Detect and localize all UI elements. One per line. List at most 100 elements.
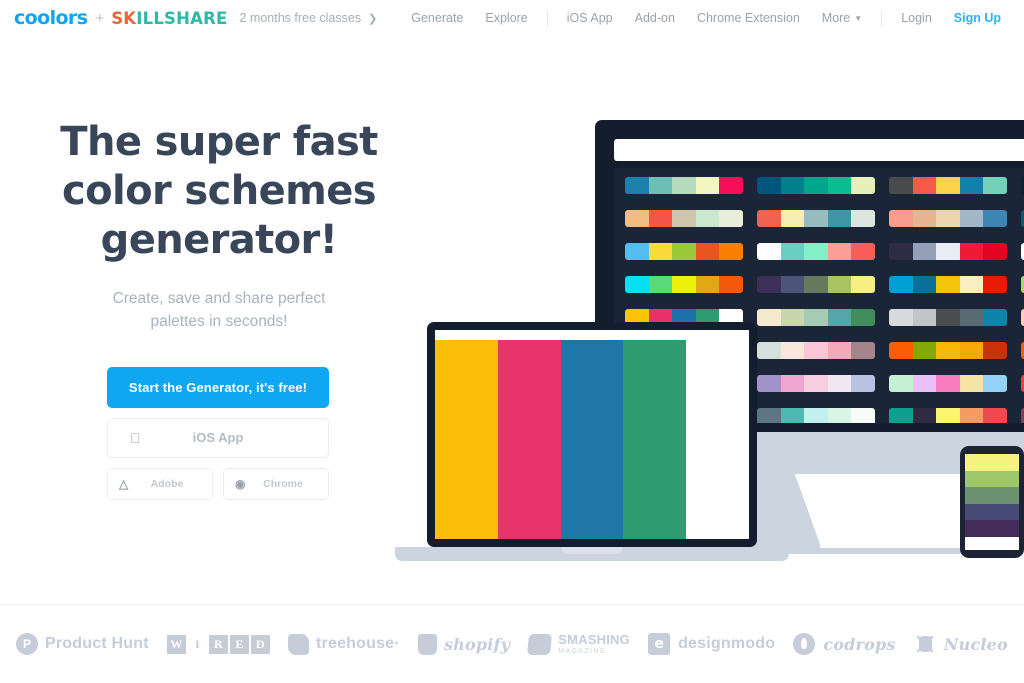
- palette-swatch[interactable]: [672, 243, 696, 260]
- laptop-palette-bar[interactable]: [686, 340, 749, 539]
- palette-swatch[interactable]: [780, 309, 805, 326]
- palette-swatch-row[interactable]: [889, 243, 1007, 260]
- palette-swatch[interactable]: [851, 177, 875, 194]
- palette-swatch[interactable]: [757, 177, 781, 194]
- palette-swatch[interactable]: [936, 243, 960, 260]
- palette-swatch[interactable]: [672, 210, 696, 227]
- palette-swatch[interactable]: [936, 309, 960, 326]
- palette-swatch[interactable]: [757, 210, 781, 227]
- palette-swatch-row[interactable]: [757, 276, 875, 293]
- promo-text[interactable]: 2 months free classes: [239, 11, 361, 25]
- palette-swatch[interactable]: [983, 342, 1007, 359]
- palette-swatch[interactable]: [889, 276, 913, 293]
- palette-swatch-row[interactable]: [889, 342, 1007, 359]
- palette-swatch[interactable]: [695, 177, 720, 194]
- palette-swatch[interactable]: [912, 408, 937, 423]
- palette-swatch[interactable]: [780, 210, 805, 227]
- palette-swatch[interactable]: [959, 210, 984, 227]
- laptop-palette-bar[interactable]: [560, 340, 624, 539]
- adobe-addon-button[interactable]: △ Adobe: [107, 468, 213, 500]
- palette-swatch[interactable]: [827, 210, 852, 227]
- palette-swatch[interactable]: [889, 309, 913, 326]
- treehouse-logo[interactable]: treehouse·: [288, 633, 400, 655]
- chevron-right-icon[interactable]: ❯: [368, 12, 377, 25]
- shopify-logo[interactable]: shopify: [417, 633, 510, 655]
- palette-swatch[interactable]: [757, 276, 781, 293]
- palette-swatch[interactable]: [851, 276, 875, 293]
- palette-swatch[interactable]: [959, 342, 984, 359]
- palette-swatch[interactable]: [719, 243, 743, 260]
- palette-swatch[interactable]: [625, 210, 649, 227]
- wired-logo[interactable]: W I R E D: [166, 634, 270, 654]
- palette-swatch[interactable]: [648, 276, 673, 293]
- nav-link-generate[interactable]: Generate: [411, 11, 463, 25]
- palette-swatch[interactable]: [936, 177, 960, 194]
- phone-palette-band[interactable]: [965, 503, 1019, 521]
- palette-swatch[interactable]: [719, 210, 743, 227]
- palette-swatch-row[interactable]: [625, 210, 743, 227]
- palette-swatch[interactable]: [912, 177, 937, 194]
- palette-swatch[interactable]: [648, 210, 673, 227]
- palette-swatch[interactable]: [959, 408, 984, 423]
- palette-swatch[interactable]: [804, 375, 828, 392]
- palette-swatch[interactable]: [695, 276, 720, 293]
- palette-swatch[interactable]: [889, 375, 913, 392]
- palette-swatch-row[interactable]: [625, 243, 743, 260]
- palette-swatch-row[interactable]: [625, 276, 743, 293]
- coolors-logo[interactable]: coolors: [14, 7, 88, 29]
- smashing-magazine-logo[interactable]: SMASHING MAGAZINE: [527, 633, 630, 655]
- codrops-logo[interactable]: codrops: [793, 633, 895, 655]
- laptop-palette-bar[interactable]: [623, 340, 687, 539]
- palette-swatch[interactable]: [959, 276, 984, 293]
- palette-swatch[interactable]: [757, 342, 781, 359]
- palette-swatch[interactable]: [936, 408, 960, 423]
- nav-link-ios-app[interactable]: iOS App: [567, 11, 613, 25]
- ios-app-button[interactable]:  iOS App: [107, 418, 329, 458]
- palette-swatch[interactable]: [719, 177, 743, 194]
- palette-swatch[interactable]: [827, 408, 852, 423]
- palette-swatch[interactable]: [827, 342, 852, 359]
- nav-link-signup[interactable]: Sign Up: [954, 11, 1001, 25]
- nucleo-logo[interactable]: Nucleo: [914, 633, 1008, 655]
- palette-swatch[interactable]: [695, 210, 720, 227]
- palette-swatch[interactable]: [936, 342, 960, 359]
- palette-swatch[interactable]: [983, 375, 1007, 392]
- palette-swatch[interactable]: [780, 177, 805, 194]
- palette-swatch[interactable]: [889, 243, 913, 260]
- palette-swatch-row[interactable]: [889, 276, 1007, 293]
- palette-swatch[interactable]: [889, 342, 913, 359]
- palette-swatch[interactable]: [851, 408, 875, 423]
- palette-swatch[interactable]: [780, 408, 805, 423]
- palette-swatch[interactable]: [625, 243, 649, 260]
- laptop-palette-bar[interactable]: [497, 340, 561, 539]
- product-hunt-logo[interactable]: P Product Hunt: [16, 633, 149, 655]
- palette-swatch[interactable]: [912, 210, 937, 227]
- phone-palette-band[interactable]: [965, 487, 1019, 504]
- palette-swatch[interactable]: [983, 408, 1007, 423]
- palette-swatch[interactable]: [804, 177, 828, 194]
- palette-swatch[interactable]: [827, 375, 852, 392]
- skillshare-logo[interactable]: SKILLSHARE: [111, 9, 227, 28]
- phone-palette-band[interactable]: [965, 454, 1019, 471]
- palette-swatch-row[interactable]: [889, 210, 1007, 227]
- palette-swatch-row[interactable]: [757, 408, 875, 423]
- palette-swatch-row[interactable]: [757, 375, 875, 392]
- designmodo-logo[interactable]: e designmodo: [648, 633, 775, 655]
- palette-swatch-row[interactable]: [889, 309, 1007, 326]
- palette-swatch[interactable]: [959, 375, 984, 392]
- palette-swatch-row[interactable]: [757, 309, 875, 326]
- palette-swatch[interactable]: [827, 243, 852, 260]
- palette-swatch[interactable]: [983, 210, 1007, 227]
- start-generator-button[interactable]: Start the Generator, it's free!: [107, 367, 329, 408]
- palette-swatch[interactable]: [780, 276, 805, 293]
- palette-swatch[interactable]: [851, 342, 875, 359]
- palette-swatch[interactable]: [804, 243, 828, 260]
- chrome-extension-button[interactable]: ◉ Chrome: [223, 468, 329, 500]
- laptop-palette-bar[interactable]: [435, 340, 498, 539]
- palette-swatch[interactable]: [983, 177, 1007, 194]
- palette-swatch-row[interactable]: [889, 408, 1007, 423]
- palette-swatch[interactable]: [959, 309, 984, 326]
- palette-swatch[interactable]: [827, 309, 852, 326]
- nav-link-explore[interactable]: Explore: [485, 11, 527, 25]
- phone-palette-band[interactable]: [965, 520, 1019, 537]
